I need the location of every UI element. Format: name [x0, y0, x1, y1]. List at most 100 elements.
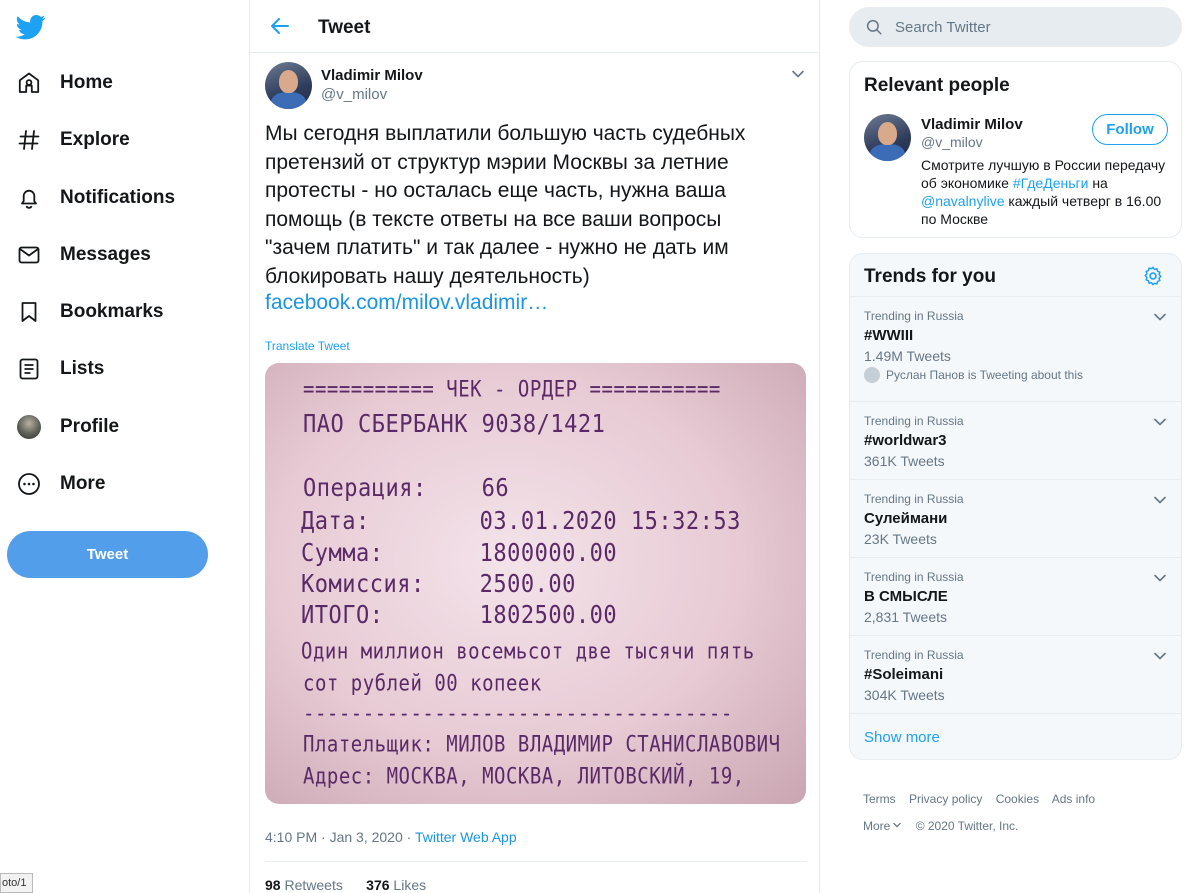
- relevant-person-handle[interactable]: @v_milov: [921, 134, 983, 150]
- trend-context: Trending in Russia: [864, 570, 964, 584]
- trend-context: Trending in Russia: [864, 492, 964, 506]
- receipt-line: ИТОГО: 1802500.00: [301, 601, 618, 630]
- mini-avatar: [864, 367, 880, 383]
- left-navigation: Home Explore Notifications Messages Book…: [0, 0, 250, 893]
- receipt-line: Сумма: 1800000.00: [301, 539, 618, 568]
- likes-stat[interactable]: 376 Likes: [366, 877, 426, 893]
- chevron-down-icon[interactable]: [790, 66, 806, 82]
- relevant-person-bio: Смотрите лучшую в России передачу об эко…: [921, 156, 1171, 228]
- nav-profile-label: Profile: [60, 416, 120, 437]
- search-icon: [866, 19, 882, 35]
- footer-cookies-link[interactable]: Cookies: [996, 792, 1039, 806]
- chevron-down-icon[interactable]: [1152, 648, 1168, 664]
- trend-item[interactable]: Trending in Russia #WWIII 1.49M Tweets Р…: [850, 296, 1181, 401]
- home-icon: [16, 70, 42, 96]
- receipt-line: сот рублей 00 копеек: [303, 671, 542, 697]
- chevron-down-icon[interactable]: [1152, 414, 1168, 430]
- nav-lists[interactable]: Lists: [16, 349, 104, 389]
- trend-count: 2,831 Tweets: [864, 609, 948, 625]
- receipt-line: Плательщик: МИЛОВ ВЛАДИМИР СТАНИСЛАВОВИЧ: [303, 732, 781, 758]
- bio-mention-link[interactable]: @navalnylive: [921, 193, 1004, 209]
- relevant-person-avatar[interactable]: [864, 114, 911, 161]
- nav-home[interactable]: Home: [16, 63, 113, 103]
- nav-more[interactable]: More: [16, 464, 105, 504]
- footer-ads-info-link[interactable]: Ads info: [1052, 792, 1095, 806]
- retweets-count: 98: [265, 877, 281, 893]
- nav-notifications[interactable]: Notifications: [16, 178, 175, 218]
- nav-profile[interactable]: Profile: [16, 407, 119, 447]
- trend-context: Trending in Russia: [864, 414, 964, 428]
- author-handle[interactable]: @v_milov: [321, 86, 387, 103]
- nav-messages[interactable]: Messages: [16, 235, 151, 275]
- bio-text: на: [1088, 175, 1108, 191]
- translate-tweet-link[interactable]: Translate Tweet: [265, 339, 350, 353]
- receipt-line: Операция: 66: [303, 474, 510, 503]
- receipt-line: Комиссия: 2500.00: [301, 570, 576, 599]
- trend-count: 304K Tweets: [864, 687, 945, 703]
- envelope-icon: [16, 242, 42, 268]
- nav-messages-label: Messages: [60, 244, 151, 265]
- receipt-line: Адрес: МОСКВА, МОСКВА, ЛИТОВСКИЙ, 19,: [303, 764, 745, 790]
- author-name[interactable]: Vladimir Milov: [321, 67, 423, 84]
- chevron-down-icon[interactable]: [1152, 492, 1168, 508]
- likes-label: Likes: [393, 877, 427, 893]
- footer-links: Terms Privacy policy Cookies Ads info: [863, 792, 1105, 806]
- compose-tweet-button[interactable]: Tweet: [7, 531, 208, 578]
- relevant-people-title: Relevant people: [864, 75, 1010, 96]
- divider: [265, 861, 807, 862]
- chevron-down-icon[interactable]: [1152, 309, 1168, 325]
- retweets-stat[interactable]: 98 Retweets: [265, 877, 343, 893]
- bio-hashtag-link[interactable]: #ГдеДеньги: [1013, 175, 1089, 191]
- footer-privacy-link[interactable]: Privacy policy: [909, 792, 982, 806]
- profile-avatar-icon: [16, 414, 42, 440]
- trend-name: Сулеймани: [864, 510, 948, 527]
- author-avatar[interactable]: [265, 62, 312, 109]
- gear-icon[interactable]: [1142, 265, 1164, 287]
- trend-count: 23K Tweets: [864, 531, 937, 547]
- footer-row-2: More © 2020 Twitter, Inc.: [863, 819, 1028, 833]
- nav-bookmarks[interactable]: Bookmarks: [16, 292, 164, 332]
- receipt-line: Один миллион восемьсот две тысячи пять: [301, 639, 755, 665]
- tweet-photo-receipt[interactable]: =========== ЧЕК - ОРДЕР =========== ПАО …: [265, 363, 806, 804]
- trend-context: Trending in Russia: [864, 309, 964, 323]
- trend-count: 1.49M Tweets: [864, 348, 951, 364]
- trend-item[interactable]: Trending in Russia В СМЫСЛЕ 2,831 Tweets: [850, 557, 1181, 635]
- show-more-link[interactable]: Show more: [864, 729, 940, 746]
- chevron-down-icon[interactable]: [1152, 570, 1168, 586]
- relevant-people-card: Relevant people Vladimir Milov @v_milov …: [849, 61, 1182, 238]
- nav-bookmarks-label: Bookmarks: [60, 301, 164, 322]
- follow-button[interactable]: Follow: [1092, 114, 1168, 145]
- trend-item[interactable]: Trending in Russia Сулеймани 23K Tweets: [850, 479, 1181, 557]
- trend-item[interactable]: Trending in Russia #Soleimani 304K Tweet…: [850, 635, 1181, 713]
- footer-terms-link[interactable]: Terms: [863, 792, 896, 806]
- tweet-link[interactable]: facebook.com/milov.vladimir…: [265, 291, 548, 315]
- back-arrow-icon[interactable]: [268, 14, 292, 38]
- search-input[interactable]: [895, 7, 1165, 47]
- bell-icon: [16, 185, 42, 211]
- likes-count: 376: [366, 877, 390, 893]
- relevant-person-name[interactable]: Vladimir Milov: [921, 116, 1023, 133]
- trends-title: Trends for you: [864, 266, 996, 287]
- page-title: Tweet: [318, 17, 371, 38]
- page-header: Tweet: [250, 0, 820, 53]
- tweet-time[interactable]: 4:10 PM · Jan 3, 2020 ·: [265, 829, 415, 845]
- trend-social-text: Руслан Панов is Tweeting about this: [886, 368, 1083, 382]
- trend-count: 361K Tweets: [864, 453, 945, 469]
- twitter-logo-icon[interactable]: [16, 12, 46, 42]
- search-box[interactable]: [849, 7, 1182, 47]
- footer-more-button[interactable]: More: [863, 819, 902, 833]
- tweet-stats: 98 Retweets 376 Likes: [265, 877, 426, 893]
- footer-more-label: More: [863, 819, 891, 833]
- trend-name: В СМЫСЛЕ: [864, 588, 948, 605]
- nav-explore-label: Explore: [60, 129, 130, 150]
- trend-social-context: Руслан Панов is Tweeting about this: [864, 367, 1083, 383]
- receipt-line: ------------------------------------: [303, 701, 733, 727]
- trends-card: Trends for you Trending in Russia #WWIII…: [849, 253, 1182, 760]
- nav-home-label: Home: [60, 72, 113, 93]
- trend-item[interactable]: Trending in Russia #worldwar3 361K Tweet…: [850, 401, 1181, 479]
- nav-explore[interactable]: Explore: [16, 120, 130, 160]
- trend-name: #WWIII: [864, 327, 914, 344]
- more-circle-icon: [16, 471, 42, 497]
- tweet-source-app[interactable]: Twitter Web App: [415, 829, 517, 845]
- hashtag-icon: [16, 127, 42, 153]
